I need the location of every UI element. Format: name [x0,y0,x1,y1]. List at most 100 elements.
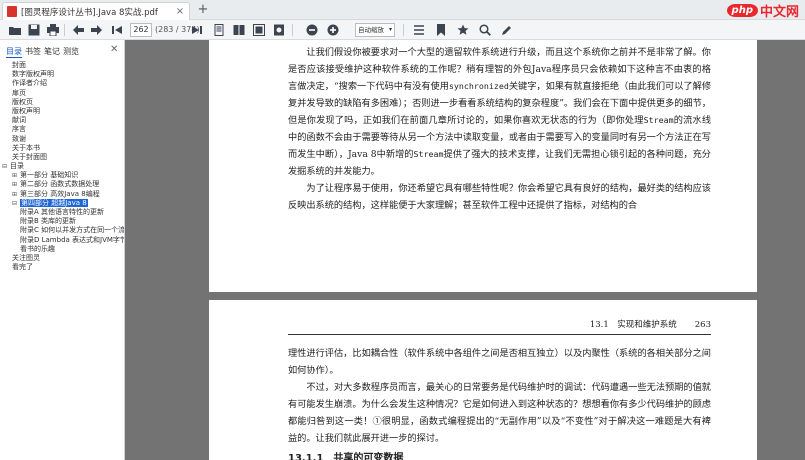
outline-item-label: 封面 [12,61,26,69]
forward-icon[interactable] [90,23,104,37]
outline-item[interactable]: 致谢 [0,135,124,144]
expand-icon[interactable]: ⊞ [12,171,20,180]
outline-item[interactable]: 献词 [0,116,124,125]
outline-item-label: 作译者介绍 [12,79,47,88]
document-viewer[interactable]: 让我们假设你被要求对一个大型的遗留软件系统进行升级，而且这个系统你之前并不是非常… [125,40,805,460]
pdf-page: 13.1 实现和维护系统 263 理性进行评估，比如耦合性（软件系统中各组件之间是… [209,300,757,460]
outline-item-label: 附录A 其他语言特性的更新 [20,208,105,216]
outline-item[interactable]: 作译者介绍 [0,79,124,88]
toolbar-separator [292,24,293,36]
running-head: 13.1 实现和维护系统 263 [288,318,711,330]
pdf-file-icon [7,6,17,17]
brand-logo: php 中文网 [726,0,799,20]
tab-close-button[interactable]: × [175,6,185,17]
outline-item-label: 附录C 如何以并发方式在同一个流上执行多种操作 [20,226,124,235]
expand-icon[interactable]: ⊞ [12,190,20,199]
outline-item-label: 看完了 [12,263,33,272]
toolbar-separator [64,24,65,36]
outline-item[interactable]: 附录C 如何以并发方式在同一个流上执行多种操作 [0,226,124,235]
pdf-page: 让我们假设你被要求对一个大型的遗留软件系统进行升级，而且这个系统你之前并不是非常… [209,40,757,292]
sidebar: 目录 书签 笔记 测览 ✕ 封面 数字版权声明 作译者介绍 扉页 版权页 版权声明 献词 序言… [0,40,125,460]
outline-item-label: 第一部分 基础知识 [20,171,79,180]
outline-item[interactable]: 序言 [0,125,124,134]
outline-item[interactable]: 附录B 类库的更新 [0,217,124,226]
bookmark-icon[interactable] [434,23,448,37]
outline-item[interactable]: ⊞ 第一部分 基础知识 [0,171,124,180]
outline-item[interactable]: ⊟ 第四部分 超越Java 8 [0,198,124,208]
paragraph: 理性进行评估，比如耦合性（软件系统中各组件之间是否相互独立）以及内聚性（系统的各… [288,348,711,376]
brand-badge: php [726,3,758,17]
outline-item-label: 版权页 [12,97,33,106]
outline-item[interactable]: 附录D Lambda 表达式和JVM字节码 [0,236,124,245]
last-page-icon[interactable] [190,23,204,37]
outline-item[interactable]: ⊞ 第二部分 函数式数据处理 [0,180,124,189]
pen-icon[interactable] [500,23,514,37]
header-rule [288,334,711,335]
tab-browse[interactable]: 测览 [63,46,79,58]
tab-bar: [图灵程序设计丛书].Java 8实战.pdf × + php 中文网 [0,0,805,20]
outline-item[interactable]: ⊟ 目录 [0,162,124,171]
outline-item-label: 第三部分 高效Java 8编程 [20,189,100,198]
back-icon[interactable] [71,23,85,37]
collapse-icon[interactable]: ⊟ [12,199,20,208]
outline-item[interactable]: ⊞ 第三部分 高效Java 8编程 [0,190,124,199]
search-icon[interactable] [478,23,492,37]
chevron-down-icon: ▾ [388,26,392,33]
tab-title: [图灵程序设计丛书].Java 8实战.pdf [21,7,158,18]
outline-item[interactable]: 关注图灵 [0,254,124,263]
first-page-icon[interactable] [110,23,124,37]
outline-item-label: 看书的乐趣 [20,244,55,253]
outline-item-label: 扉页 [12,88,26,97]
section-heading: 13.1.1 共享的可变数据 [288,453,404,460]
page-view-icon[interactable] [212,23,226,37]
tab-notes[interactable]: 笔记 [44,46,60,58]
zoom-out-icon[interactable] [305,23,319,37]
outline-item[interactable]: 关于封面图 [0,153,124,162]
toolbar-separator [403,24,404,36]
outline-item[interactable]: 看完了 [0,263,124,272]
outline-item[interactable]: 附录A 其他语言特性的更新 [0,208,124,217]
double-page-icon[interactable] [232,23,246,37]
expand-icon[interactable]: ⊞ [12,180,20,189]
outline-item[interactable]: 扉页 [0,89,124,98]
outline-item-label: 附录B 类库的更新 [20,217,77,226]
outline-item[interactable]: 版权页 [0,98,124,107]
page-body-text: 让我们假设你被要求对一个大型的遗留软件系统进行升级，而且这个系统你之前并不是非常… [288,44,711,214]
paragraph: 不过，对大多数程序员而言，最关心的日常要务是代码维护时的调试：代码遭遇一些无法预… [288,382,711,444]
new-tab-button[interactable]: + [195,2,211,18]
paragraph: 为了让程序易于使用，你还希望它具有哪些特性呢？你会希望它具有良好的结构，最好类的… [288,183,711,211]
outline-item-label: 第二部分 函数式数据处理 [20,180,100,189]
print-icon[interactable] [46,23,60,37]
outline-item-label: 关注图灵 [12,253,40,262]
collapse-icon[interactable]: ⊟ [2,162,10,171]
sidebar-close-button[interactable]: ✕ [110,44,118,55]
sidebar-tabs: 目录 书签 笔记 测览 [6,46,79,58]
zoom-value: 自动缩放 [358,26,384,34]
outline-item-label: 版权声明 [12,106,40,115]
brand-name: 中文网 [759,4,799,20]
zoom-select[interactable]: 自动缩放 ▾ [355,23,395,37]
outline-item-label: 数字版权声明 [12,70,54,79]
continuous-page-icon[interactable] [252,23,266,37]
outline-item[interactable]: 封面 [0,61,124,70]
outline-item-label: 附录D Lambda 表达式和JVM字节码 [20,235,124,244]
outline-item[interactable]: 数字版权声明 [0,70,124,79]
outline-list-icon[interactable] [412,23,426,37]
tab-bookmarks[interactable]: 书签 [25,46,41,58]
paragraph: 让我们假设你被要求对一个大型的遗留软件系统进行升级，而且这个系统你之前并不是非常… [288,47,712,177]
outline-item[interactable]: 关于本书 [0,144,124,153]
zoom-in-icon[interactable] [326,23,340,37]
outline-item[interactable]: 版权声明 [0,107,124,116]
page-number-input[interactable]: 262 [130,23,152,37]
star-icon[interactable] [456,23,470,37]
page-body-text: 理性进行评估，比如耦合性（软件系统中各组件之间是否相互独立）以及内聚性（系统的各… [288,345,711,447]
outline-item[interactable]: 看书的乐趣 [0,245,124,254]
tab-outline[interactable]: 目录 [6,46,22,58]
save-icon[interactable] [27,23,41,37]
outline-item-label: 致谢 [12,134,26,143]
outline-item-label: 序言 [12,125,26,134]
running-head-title: 13.1 实现和维护系统 [589,320,677,330]
open-folder-icon[interactable] [8,23,22,37]
document-tab[interactable]: [图灵程序设计丛书].Java 8实战.pdf × [2,2,190,20]
bookmark-tag-icon[interactable] [272,23,286,37]
